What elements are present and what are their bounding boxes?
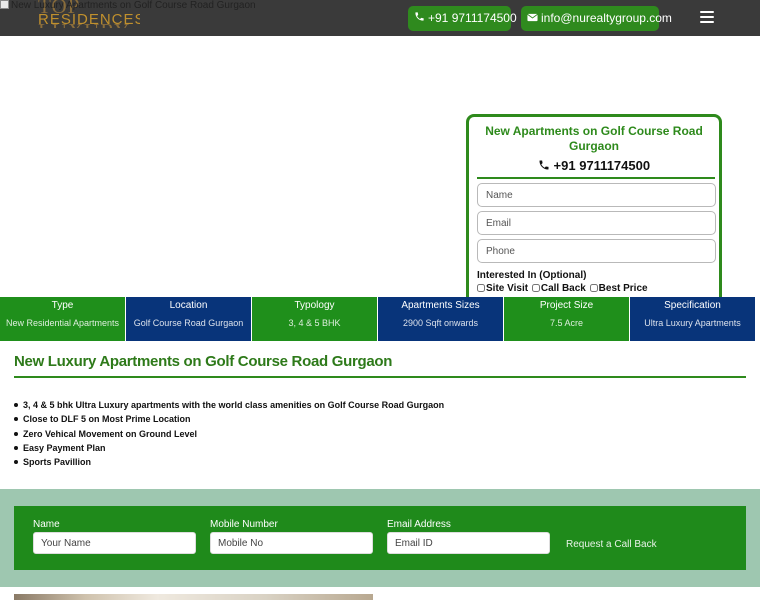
enquiry-form-title: New Apartments on Golf Course Road Gurga… [485, 124, 703, 153]
info-value: Ultra Luxury Apartments [644, 318, 741, 328]
hamburger-menu-icon[interactable] [700, 11, 714, 25]
interest-label: Interested In (Optional) [477, 270, 587, 281]
bullet-icon [14, 403, 18, 407]
info-cell-project-size: Project Size 7.5 Acre [504, 297, 630, 341]
envelope-icon [527, 7, 538, 32]
info-cell-location: Location Golf Course Road Gurgaon [126, 297, 252, 341]
title-divider [14, 376, 746, 378]
divider [477, 177, 715, 179]
info-cell-specification: Specification Ultra Luxury Apartments [630, 297, 756, 341]
callback-name-label: Name [33, 519, 60, 530]
top-header: TOP LUXURY RESIDENCES New Luxury Apartme… [0, 0, 760, 36]
callback-form: Name Mobile Number Email Address Request… [14, 506, 746, 570]
info-label: Specification [664, 300, 721, 311]
best-price-checkbox[interactable] [589, 284, 598, 292]
callback-email-input[interactable] [387, 532, 550, 554]
feature-list: 3, 4 & 5 bhk Ultra Luxury apartments wit… [14, 398, 444, 469]
page-title: New Luxury Apartments on Golf Course Roa… [14, 353, 393, 370]
list-item: Sports Pavillion [14, 455, 444, 469]
enquiry-phone-text: +91 9711174500 [553, 158, 651, 173]
interest-options: Site Visit Call Back Best Price [477, 283, 649, 294]
info-label: Type [51, 300, 74, 311]
gallery-image [14, 594, 373, 600]
email-field[interactable] [477, 211, 716, 235]
info-label: Apartments Sizes [401, 300, 480, 311]
option-best-price[interactable]: Best Price [589, 283, 648, 294]
callback-section: Name Mobile Number Email Address Request… [0, 489, 760, 587]
info-cell-apartment-sizes: Apartments Sizes 2900 Sqft onwards [378, 297, 504, 341]
info-label: Project Size [539, 300, 594, 311]
header-phone-text: +91 9711174500 [428, 11, 517, 25]
header-phone-button[interactable]: +91 9711174500 [408, 6, 517, 32]
bullet-icon [14, 417, 18, 422]
header-email-button[interactable]: info@nurealtygroup.com [521, 6, 672, 32]
info-cell-type: Type New Residential Apartments [0, 297, 126, 341]
hero-image-broken: New Luxury Apartments on Golf Course Roa… [0, 0, 256, 11]
info-value: 7.5 Acre [549, 318, 584, 328]
hero-image-alt-text: New Luxury Apartments on Golf Course Roa… [11, 0, 256, 11]
option-call-back[interactable]: Call Back [531, 283, 586, 294]
enquiry-phone[interactable]: +91 9711174500 [469, 158, 719, 173]
list-item: Zero Vehical Movement on Ground Level [14, 427, 444, 441]
request-callback-button[interactable]: Request a Call Back [566, 539, 657, 550]
call-back-checkbox[interactable] [531, 284, 540, 292]
phone-icon [538, 158, 554, 173]
info-value: 2900 Sqft onwards [402, 318, 479, 328]
bullet-icon [14, 445, 18, 450]
header-email-text: info@nurealtygroup.com [541, 11, 672, 25]
info-value: 3, 4 & 5 BHK [288, 318, 341, 328]
logo-bottom-text: RESIDENCES [38, 11, 140, 28]
info-cell-typology: Typology 3, 4 & 5 BHK [252, 297, 378, 341]
enquiry-form-card: New Apartments on Golf Course Road Gurga… [466, 114, 722, 300]
phone-field[interactable] [477, 239, 716, 263]
project-info-strip: Type New Residential Apartments Location… [0, 297, 760, 341]
callback-mobile-input[interactable] [210, 532, 373, 554]
site-visit-checkbox[interactable] [477, 284, 485, 292]
callback-email-label: Email Address [387, 519, 451, 530]
bullet-icon [14, 431, 18, 436]
name-field[interactable] [477, 183, 716, 207]
list-item: Easy Payment Plan [14, 441, 444, 455]
broken-image-icon [0, 0, 9, 9]
phone-icon [414, 7, 425, 32]
info-label: Typology [294, 300, 335, 311]
list-item: 3, 4 & 5 bhk Ultra Luxury apartments wit… [14, 398, 444, 412]
list-item: Close to DLF 5 on Most Prime Location [14, 412, 444, 426]
info-value: New Residential Apartments [5, 318, 120, 328]
option-site-visit[interactable]: Site Visit [477, 283, 528, 294]
callback-name-input[interactable] [33, 532, 196, 554]
info-value: Golf Course Road Gurgaon [133, 318, 244, 328]
bullet-icon [14, 460, 18, 465]
callback-mobile-label: Mobile Number [210, 519, 278, 530]
info-label: Location [169, 300, 208, 311]
